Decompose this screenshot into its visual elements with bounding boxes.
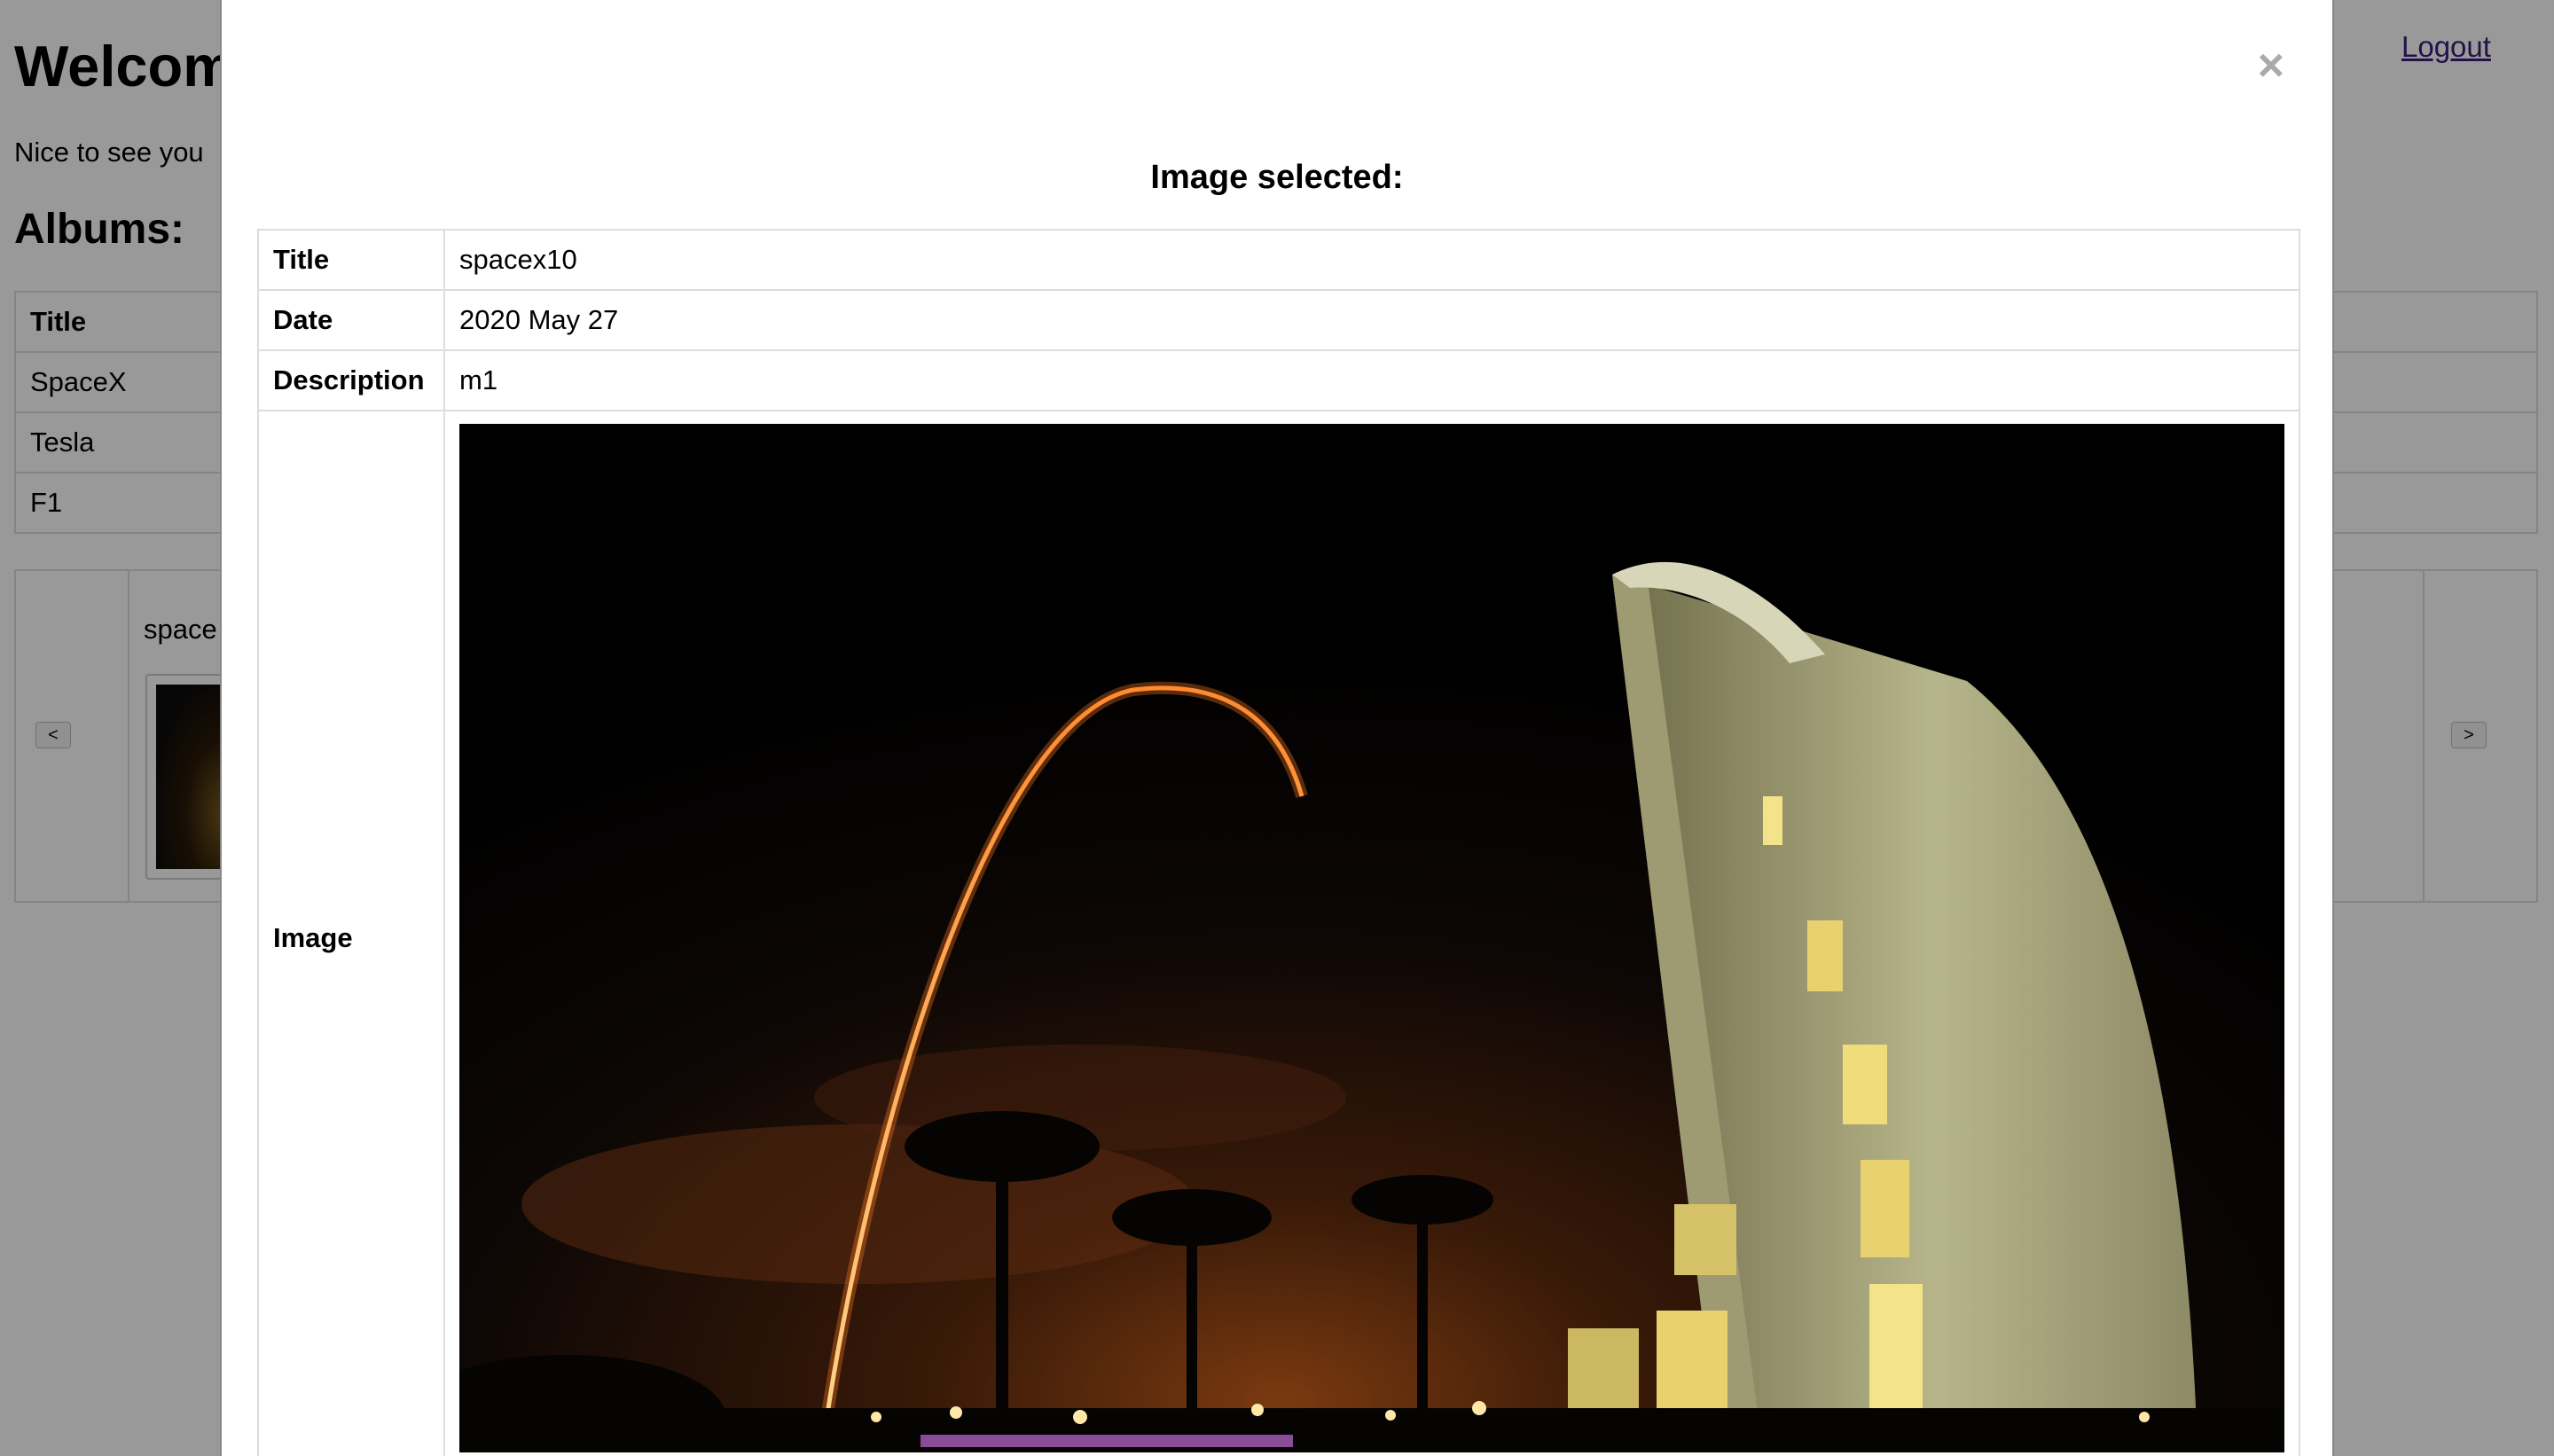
description-value: m1: [443, 349, 2300, 411]
image-details-table: Title spacex10 Date 2020 May 27 Descript…: [257, 229, 2300, 1456]
close-icon[interactable]: ×: [2258, 41, 2284, 90]
date-label: Date: [257, 289, 445, 351]
title-value: spacex10: [443, 229, 2300, 291]
table-row: Image: [257, 410, 2300, 1456]
table-row: Description m1: [257, 349, 2300, 411]
image-label: Image: [257, 410, 445, 1456]
rocket-launch-photo: [459, 424, 2284, 1452]
image-cell: [443, 410, 2300, 1456]
modal-heading: Image selected:: [1150, 159, 1404, 196]
image-detail-modal: × Image selected: Title spacex10 Date 20…: [220, 0, 2334, 1456]
description-label: Description: [257, 349, 445, 411]
table-row: Date 2020 May 27: [257, 289, 2300, 351]
date-value: 2020 May 27: [443, 289, 2300, 351]
table-row: Title spacex10: [257, 229, 2300, 291]
title-label: Title: [257, 229, 445, 291]
